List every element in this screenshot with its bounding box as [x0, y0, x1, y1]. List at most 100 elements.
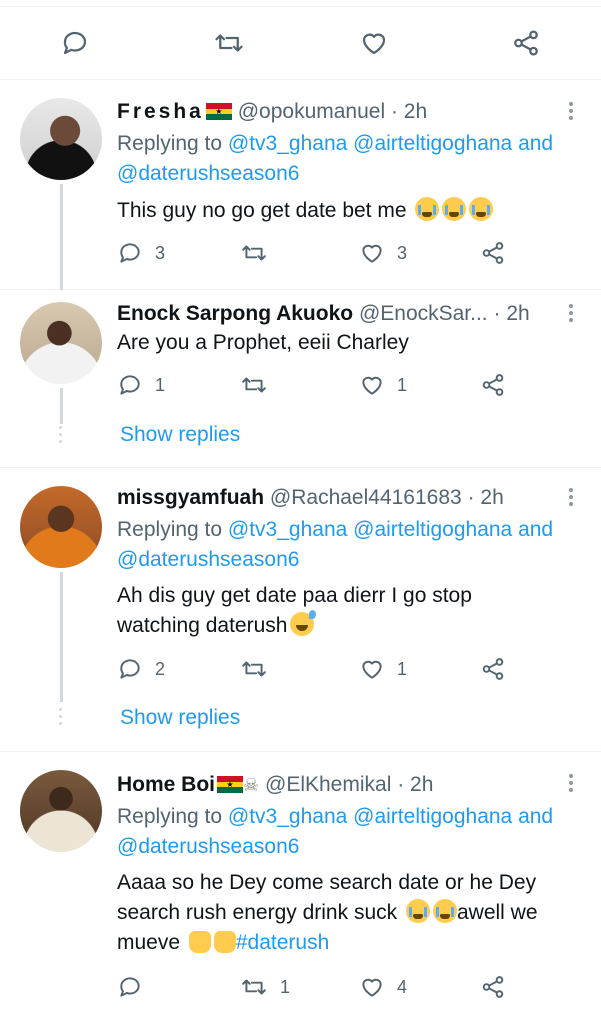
replying-to: Replying to @tv3_ghana @airteltigoghana … — [117, 129, 585, 189]
mention-links[interactable]: @tv3_ghana @airteltigoghana and — [228, 805, 553, 828]
tweet-text-line: mueve — [117, 931, 181, 954]
tweet-actions: 3 3 — [117, 238, 581, 268]
like-button[interactable]: 1 — [359, 370, 407, 400]
like-count: 1 — [397, 658, 408, 679]
tweet-text-content: Are you a Prophet, eeii Charley — [117, 331, 409, 354]
reply-button[interactable] — [117, 972, 155, 1002]
tweet-home-boi[interactable]: Home Boi ★ ☠ @ElKhemikal · 2h Replying to … — [0, 752, 601, 1024]
timestamp[interactable]: · 2h — [391, 100, 427, 123]
more-options-icon[interactable] — [569, 304, 575, 325]
user-handle[interactable]: @ElKhemikal — [265, 773, 391, 796]
mention-links[interactable]: @tv3_ghana @airteltigoghana and — [228, 518, 553, 541]
tweet-text: Are you a Prophet, eeii Charley — [117, 328, 583, 358]
tweet-text: Ah dis guy get date paa dierr I go stop … — [117, 581, 583, 641]
hashtag-link[interactable]: #daterush — [236, 931, 329, 954]
crying-emoji-icon — [442, 197, 467, 221]
retweet-button[interactable] — [240, 238, 280, 268]
share-icon[interactable] — [509, 26, 543, 60]
avatar[interactable] — [20, 302, 102, 384]
reply-button[interactable]: 2 — [117, 654, 165, 684]
mention-links[interactable]: @tv3_ghana @airteltigoghana and — [228, 132, 553, 155]
reply-button[interactable]: 1 — [117, 370, 165, 400]
share-button[interactable] — [479, 972, 507, 1002]
share-button[interactable] — [479, 238, 507, 268]
tweet-actions: 2 1 — [117, 654, 581, 684]
skull-crossbones-icon: ☠ — [243, 775, 260, 795]
thread-line — [60, 184, 63, 290]
divider — [0, 6, 601, 7]
tweet-fresha[interactable]: Fresha ★ @opokumanuel · 2h Replying to @t… — [0, 80, 601, 290]
mention-link[interactable]: @daterushseason6 — [117, 162, 299, 185]
reply-icon — [120, 977, 140, 997]
replying-to-label: Replying to — [117, 518, 223, 541]
more-options-icon[interactable] — [569, 488, 575, 509]
thread-dots — [59, 426, 63, 447]
previous-tweet-actions — [0, 0, 601, 80]
share-icon — [482, 374, 504, 396]
tweet-actions: 1 1 — [117, 370, 581, 400]
user-handle[interactable]: @Rachael44161683 — [270, 486, 462, 509]
tweet-header: Home Boi ★ ☠ @ElKhemikal · 2h — [117, 771, 581, 799]
like-count: 3 — [397, 242, 408, 263]
reply-icon[interactable] — [58, 26, 92, 60]
tweet-header: Enock Sarpong Akuoko @EnockSar... · 2h — [117, 300, 581, 328]
mention-link[interactable]: @daterushseason6 — [117, 835, 299, 858]
mention-link[interactable]: @daterushseason6 — [117, 548, 299, 571]
user-handle[interactable]: @EnockSar... — [359, 302, 488, 325]
tweet-actions: 1 4 — [117, 972, 581, 1002]
show-replies-link[interactable]: Show replies — [120, 423, 240, 447]
tweet-text-line: Aaaa so he Dey come search date or he De… — [117, 871, 537, 894]
display-name[interactable]: Home Boi — [117, 773, 215, 796]
retweet-icon[interactable] — [212, 26, 246, 60]
tweet-missgyamfuah[interactable]: missgyamfuah @Rachael44161683 · 2h Reply… — [0, 468, 601, 752]
share-icon — [482, 242, 504, 264]
share-button[interactable] — [479, 654, 507, 684]
open-hands-emoji-icon — [188, 931, 211, 953]
avatar[interactable] — [20, 770, 102, 852]
sweat-smile-emoji-icon — [290, 610, 317, 636]
tweet-enock[interactable]: Enock Sarpong Akuoko @EnockSar... · 2h A… — [0, 290, 601, 468]
like-icon[interactable] — [357, 26, 391, 60]
replying-to-label: Replying to — [117, 805, 223, 828]
retweet-button[interactable]: 1 — [240, 972, 290, 1002]
tweet-text-line: awell we — [456, 901, 538, 924]
display-name[interactable]: Enock Sarpong Akuoko — [117, 302, 353, 325]
retweet-button[interactable] — [240, 654, 280, 684]
reply-icon — [120, 375, 140, 395]
share-icon — [482, 658, 504, 680]
display-name[interactable]: missgyamfuah — [117, 486, 264, 509]
user-handle[interactable]: @opokumanuel — [238, 100, 385, 123]
crying-emoji-icon — [405, 899, 430, 923]
timestamp[interactable]: · 2h — [468, 486, 504, 509]
like-button[interactable]: 4 — [359, 972, 407, 1002]
like-icon — [362, 978, 382, 997]
tweet-text: This guy no go get date bet me — [117, 196, 583, 226]
retweet-icon — [242, 377, 266, 393]
timestamp[interactable]: · 2h — [397, 773, 433, 796]
timestamp[interactable]: · 2h — [494, 302, 530, 325]
display-name[interactable]: Fresha — [117, 100, 204, 123]
crying-emoji-icon — [469, 197, 494, 221]
retweet-count: 1 — [280, 976, 291, 997]
ghana-flag-icon: ★ — [205, 103, 232, 120]
reply-icon — [120, 659, 140, 679]
tweet-text-content: This guy no go get date bet me — [117, 199, 407, 222]
ghana-flag-icon: ★ — [217, 776, 244, 793]
tweet-text-line: search rush energy drink suck — [117, 901, 398, 924]
retweet-icon — [242, 979, 266, 995]
retweet-button[interactable] — [240, 370, 280, 400]
reply-button[interactable]: 3 — [117, 238, 165, 268]
more-options-icon[interactable] — [569, 102, 575, 123]
share-icon — [482, 976, 504, 998]
tweet-header: Fresha ★ @opokumanuel · 2h — [117, 98, 581, 126]
replying-to: Replying to @tv3_ghana @airteltigoghana … — [117, 802, 585, 862]
more-options-icon[interactable] — [569, 774, 575, 795]
avatar[interactable] — [20, 486, 102, 568]
like-button[interactable]: 3 — [359, 238, 407, 268]
like-button[interactable]: 1 — [359, 654, 407, 684]
show-replies-link[interactable]: Show replies — [120, 706, 240, 730]
tweet-text-line: Ah dis guy get date paa dierr I go stop — [117, 584, 472, 607]
avatar[interactable] — [20, 98, 102, 180]
retweet-icon — [242, 245, 266, 261]
share-button[interactable] — [479, 370, 507, 400]
